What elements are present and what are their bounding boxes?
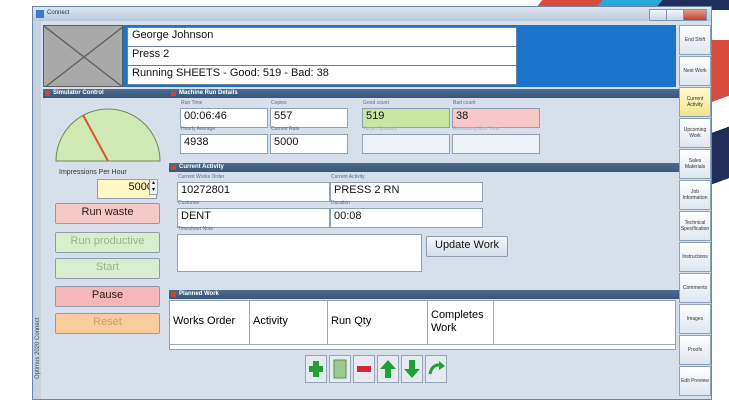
- target-quantity-label: Target Quantity: [363, 126, 397, 132]
- window-title: Connect: [47, 10, 70, 16]
- run-waste-button[interactable]: Run waste: [55, 203, 160, 224]
- works-order-field: 10272801: [177, 182, 330, 202]
- run-status: Running SHEETS - Good: 519 - Bad: 38: [127, 65, 517, 85]
- move-up-icon: [380, 360, 396, 378]
- column-completes-work[interactable]: Completes Work: [428, 301, 494, 345]
- target-quantity-field: [362, 134, 450, 154]
- refresh-icon: [428, 361, 445, 375]
- timesheet-note-input[interactable]: [177, 234, 422, 272]
- nav-proofs[interactable]: Proofs: [679, 335, 711, 365]
- title-bar: Connect: [33, 7, 711, 21]
- run-productive-button[interactable]: Run productive: [55, 232, 160, 253]
- hourly-average-label: Hourly Average: [181, 126, 216, 132]
- update-work-button[interactable]: Update Work: [426, 236, 508, 257]
- remaining-run-time-label: Remaining Run Time: [453, 126, 500, 132]
- run-time-field: 00:06:46: [180, 108, 268, 128]
- works-order-label: Current Works Order: [178, 174, 225, 180]
- good-count-field: 519: [362, 108, 450, 128]
- nav-end-shift[interactable]: End Shift: [679, 25, 711, 55]
- nav-job-information[interactable]: Job Information: [679, 180, 711, 210]
- app-icon: [36, 10, 44, 18]
- app-window: Connect Optimus 2020 Connect George John…: [32, 6, 712, 400]
- current-activity-label: Current Activity: [331, 174, 365, 180]
- nav-technical-specification[interactable]: Technical Specification: [679, 211, 711, 241]
- speed-gauge: [51, 103, 166, 163]
- nav-next-work[interactable]: Next Work: [679, 56, 711, 86]
- side-label: Optimus 2020 Connect: [35, 317, 41, 379]
- nav-comments[interactable]: Comments: [679, 273, 711, 303]
- add-button[interactable]: [305, 355, 327, 383]
- start-button[interactable]: Start: [55, 258, 160, 279]
- add-icon: [309, 361, 323, 377]
- decorative-edge: [712, 40, 729, 240]
- remove-icon: [357, 366, 371, 372]
- planned-work-section-title: Planned Work: [169, 290, 686, 299]
- header-panel: George Johnson Press 2 Running SHEETS - …: [43, 25, 676, 87]
- planned-work-table[interactable]: Works Order Activity Run Qty Completes W…: [169, 300, 676, 350]
- impressions-spinner[interactable]: ▴ ▾: [149, 179, 158, 195]
- column-activity[interactable]: Activity: [250, 301, 328, 345]
- duration-field: 00:08: [330, 208, 483, 228]
- duration-label: Duration: [331, 200, 350, 206]
- maximize-button[interactable]: [666, 9, 684, 21]
- refresh-button[interactable]: [425, 355, 447, 383]
- impressions-label: Impressions Per Hour: [59, 169, 127, 176]
- move-down-button[interactable]: [401, 355, 423, 383]
- nav-edit-preview[interactable]: Edit Preview: [679, 366, 711, 396]
- timesheet-note-label: Timesheet Note: [178, 226, 214, 232]
- remove-button[interactable]: [353, 355, 375, 383]
- current-rate-field: 5000: [270, 134, 348, 154]
- nav-images[interactable]: Images: [679, 304, 711, 334]
- operator-photo: [43, 25, 123, 87]
- hourly-average-field: 4938: [180, 134, 268, 154]
- reset-button[interactable]: Reset: [55, 313, 160, 334]
- customer-label: Customer: [178, 200, 200, 206]
- photo-placeholder-icon: [44, 26, 122, 86]
- document-button[interactable]: [329, 355, 351, 383]
- good-count-label: Good count: [363, 100, 389, 106]
- current-rate-label: Current Rate: [271, 126, 300, 132]
- nav-sales-materials[interactable]: Sales Materials: [679, 149, 711, 179]
- nav-current-activity[interactable]: Current Activity: [679, 87, 711, 117]
- move-up-button[interactable]: [377, 355, 399, 383]
- copies-field: 557: [270, 108, 348, 128]
- copies-label: Copies: [271, 100, 287, 106]
- run-time-label: Run Time: [181, 100, 203, 106]
- remaining-run-time-field: [452, 134, 540, 154]
- pause-button[interactable]: Pause: [55, 286, 160, 307]
- bad-count-label: Bad count: [453, 100, 476, 106]
- close-button[interactable]: [683, 9, 707, 21]
- machine-run-section-title: Machine Run Details: [169, 89, 686, 98]
- machine-name: Press 2: [127, 46, 517, 66]
- simulator-section-title: Simulator Control: [43, 89, 178, 98]
- column-works-order[interactable]: Works Order: [170, 301, 250, 345]
- nav-instructions[interactable]: Instructions: [679, 242, 711, 272]
- move-down-icon: [404, 360, 420, 378]
- nav-upcoming-work[interactable]: Upcoming Work: [679, 118, 711, 148]
- minimize-button[interactable]: [649, 9, 667, 21]
- impressions-input[interactable]: 5000: [97, 179, 157, 199]
- operator-name: George Johnson: [127, 27, 517, 47]
- current-activity-field: PRESS 2 RN: [330, 182, 483, 202]
- customer-field: DENT: [177, 208, 330, 228]
- bad-count-field: 38: [452, 108, 540, 128]
- document-icon: [333, 359, 347, 379]
- current-activity-section-title: Current Activity: [169, 163, 686, 172]
- side-strip: Optimus 2020 Connect: [33, 21, 41, 399]
- column-run-qty[interactable]: Run Qty: [328, 301, 428, 345]
